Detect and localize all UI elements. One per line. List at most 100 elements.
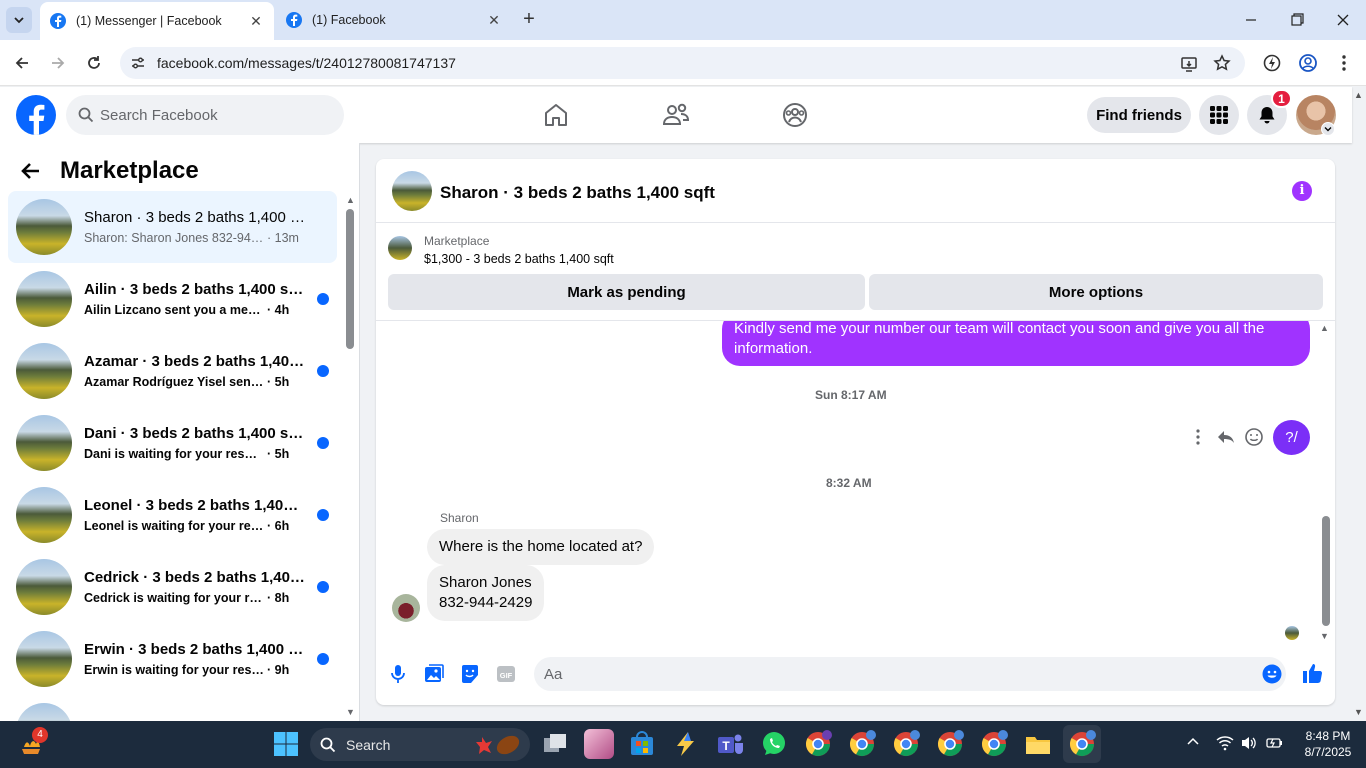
browser-toolbar: facebook.com/messages/t/2401278008174713… (0, 40, 1366, 86)
quick-action-button[interactable]: ?/ (1273, 420, 1310, 455)
outgoing-message[interactable]: Kindly send me your number our team will… (722, 321, 1310, 366)
file-explorer-icon[interactable] (1023, 729, 1053, 759)
listing-thumbnail[interactable] (388, 236, 412, 260)
conversation-preview-line: Cedrick is waiting for your resp... · 8h (84, 591, 306, 605)
site-settings-icon[interactable] (130, 55, 146, 71)
task-view-icon[interactable] (540, 729, 570, 759)
message-line: 832-944-2429 (439, 594, 533, 611)
chrome-profile-3-icon[interactable] (891, 729, 921, 759)
chrome-profile-4-icon[interactable] (935, 729, 965, 759)
gif-icon[interactable]: GIF (495, 663, 517, 685)
find-friends-button[interactable]: Find friends (1087, 97, 1191, 133)
more-actions-icon[interactable] (1187, 426, 1209, 448)
reload-button[interactable] (84, 53, 104, 73)
microphone-icon[interactable] (387, 663, 409, 685)
conversation-row[interactable]: Leonel · 3 beds 2 baths 1,400 s... Leonel… (8, 479, 337, 551)
list-scrollbar[interactable] (346, 209, 354, 349)
show-hidden-icons-chevron-icon[interactable] (1186, 735, 1200, 749)
facebook-search-input[interactable] (100, 95, 330, 135)
thumbs-up-icon[interactable] (1301, 661, 1323, 683)
reply-icon[interactable] (1215, 426, 1237, 448)
chat-title[interactable]: Sharon · 3 beds 2 baths 1,400 sqft (440, 183, 715, 203)
windows-taskbar: 4 Search T 8:48 PM 8/7/2025 (0, 721, 1366, 768)
sender-avatar[interactable] (392, 594, 420, 622)
bell-icon (1259, 107, 1275, 124)
minimize-button[interactable] (1241, 10, 1261, 30)
home-nav-icon[interactable] (540, 99, 572, 131)
sticker-icon[interactable] (459, 663, 481, 685)
browser-menu-icon[interactable] (1334, 53, 1354, 73)
start-button-icon[interactable] (271, 729, 301, 759)
incoming-message[interactable]: Where is the home located at? (427, 529, 655, 565)
message-input-box[interactable] (534, 657, 1286, 691)
whatsapp-icon[interactable] (759, 729, 789, 759)
new-tab-button[interactable]: + (519, 9, 539, 30)
menu-grid-button[interactable] (1199, 95, 1239, 135)
chrome-profile-2-icon[interactable] (847, 729, 877, 759)
facebook-search[interactable] (66, 95, 344, 135)
scroll-down-arrow-icon[interactable]: ▼ (346, 707, 355, 717)
groups-nav-icon[interactable] (779, 99, 811, 131)
conversation-row[interactable]: Eduardo · 3 beds 2 baths 1,400 ... (8, 695, 337, 721)
back-button[interactable] (12, 53, 32, 73)
conversation-avatar (16, 559, 72, 615)
volume-icon[interactable] (1240, 735, 1258, 751)
conversation-row[interactable]: Erwin · 3 beds 2 baths 1,400 sqft Erwin i… (8, 623, 337, 695)
back-arrow-icon[interactable] (20, 160, 42, 182)
conversation-row[interactable]: Cedrick · 3 beds 2 baths 1,400 ... Cedric… (8, 551, 337, 623)
taskbar-search[interactable]: Search (310, 728, 530, 761)
conversation-row[interactable]: Azamar · 3 beds 2 baths 1,400 ... Azamar … (8, 335, 337, 407)
tab-messenger[interactable]: (1) Messenger | Facebook ✕ (40, 2, 274, 40)
page-scroll-up-icon[interactable]: ▲ (1354, 90, 1363, 100)
seen-indicator-avatar (1285, 626, 1299, 640)
emoji-icon[interactable] (1262, 664, 1282, 684)
tab-close-icon[interactable]: ✕ (248, 13, 264, 30)
scroll-up-arrow-icon[interactable]: ▲ (346, 195, 355, 205)
power-automate-icon[interactable] (671, 729, 701, 759)
profile-icon[interactable] (1298, 53, 1318, 73)
conversation-row[interactable]: Ailin · 3 beds 2 baths 1,400 sqft Ailin L… (8, 263, 337, 335)
bookmark-star-icon[interactable] (1213, 54, 1231, 72)
tab-facebook[interactable]: (1) Facebook ✕ (276, 0, 512, 40)
chrome-profile-5-icon[interactable] (979, 729, 1009, 759)
tab-search-button[interactable] (6, 7, 32, 33)
message-input[interactable] (544, 657, 1244, 691)
chat-avatar[interactable] (392, 171, 432, 211)
photo-icon[interactable] (423, 663, 445, 685)
conversation-text: Dani · 3 beds 2 baths 1,400 sqft Dani is … (84, 425, 306, 461)
conversation-row[interactable]: Sharon · 3 beds 2 baths 1,400 sqft Sharon… (8, 191, 337, 263)
friends-nav-icon[interactable] (660, 99, 692, 131)
thread-scrollbar[interactable] (1322, 516, 1330, 626)
facebook-header: Find friends 1 (0, 87, 1352, 143)
wifi-icon[interactable] (1216, 735, 1234, 751)
chrome-profile-1-icon[interactable] (803, 729, 833, 759)
conversation-row[interactable]: Dani · 3 beds 2 baths 1,400 sqft Dani is … (8, 407, 337, 479)
mark-as-pending-button[interactable]: Mark as pending (388, 274, 865, 310)
listing-description[interactable]: $1,300 - 3 beds 2 baths 1,400 sqft (424, 252, 614, 266)
forward-button[interactable] (48, 53, 68, 73)
install-app-icon[interactable] (1180, 55, 1198, 73)
system-clock[interactable]: 8:48 PM 8/7/2025 (1298, 728, 1358, 760)
teams-icon[interactable]: T (715, 729, 745, 759)
microsoft-store-icon[interactable] (627, 729, 657, 759)
extensions-icon[interactable] (1262, 53, 1282, 73)
chrome-active-icon[interactable] (1063, 725, 1101, 763)
facebook-logo-icon[interactable] (16, 95, 56, 135)
scroll-up-arrow-icon[interactable]: ▲ (1320, 323, 1329, 333)
battery-icon[interactable] (1264, 735, 1284, 751)
incoming-message-contact[interactable]: Sharon Jones 832-944-2429 (427, 565, 545, 621)
browser-tab-strip: (1) Messenger | Facebook ✕ (1) Facebook … (0, 0, 1366, 40)
address-bar[interactable]: facebook.com/messages/t/2401278008174713… (120, 47, 1245, 79)
info-icon[interactable]: i (1292, 181, 1312, 201)
restore-button[interactable] (1287, 10, 1307, 30)
more-options-button[interactable]: More options (869, 274, 1323, 310)
scroll-down-arrow-icon[interactable]: ▼ (1320, 631, 1329, 641)
conversation-avatar (16, 271, 72, 327)
page-scroll-down-icon[interactable]: ▼ (1354, 707, 1363, 717)
tab-close-icon[interactable]: ✕ (486, 12, 502, 29)
react-emoji-icon[interactable] (1243, 426, 1265, 448)
account-chevron-icon[interactable] (1321, 122, 1335, 136)
close-window-button[interactable] (1333, 10, 1353, 30)
photos-app-icon[interactable] (584, 729, 614, 759)
unread-dot-icon (317, 365, 329, 377)
